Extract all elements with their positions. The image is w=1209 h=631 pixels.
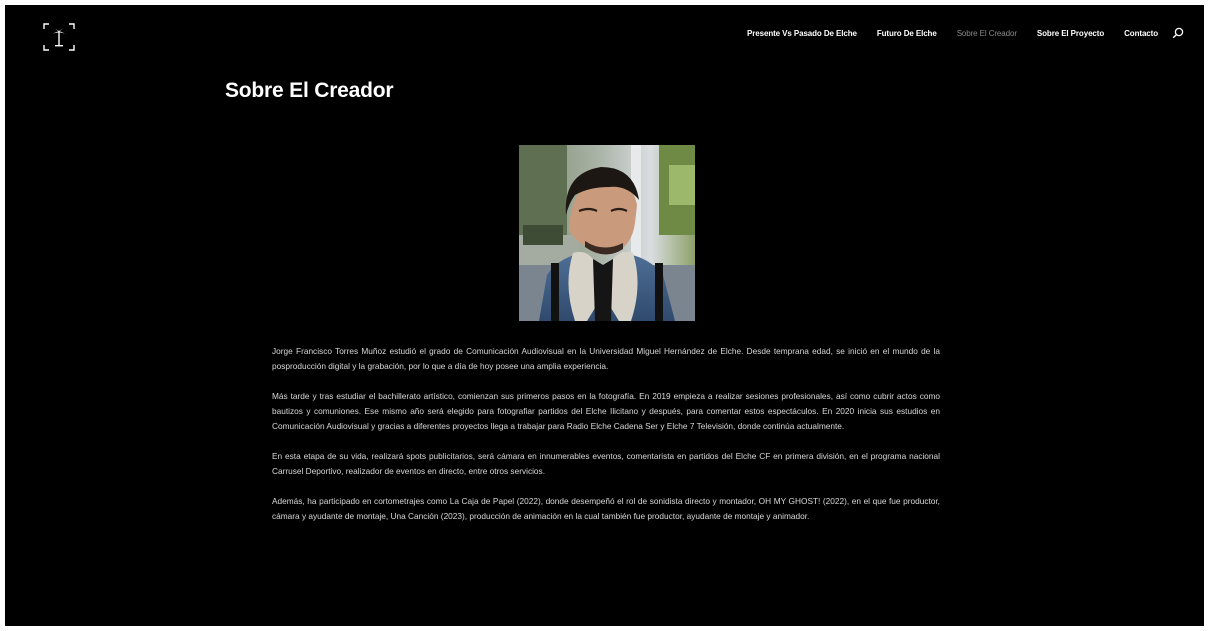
camera-frame-palm-logo-icon <box>43 23 75 51</box>
bio-paragraph: Además, ha participado en cortometrajes … <box>272 496 940 521</box>
bio-paragraph: En esta etapa de su vida, realizará spot… <box>272 451 940 476</box>
creator-portrait-photo-icon <box>519 145 695 321</box>
nav-item-futuro[interactable]: Futuro De Elche <box>877 29 937 38</box>
creator-bio: Jorge Francisco Torres Muñoz estudió el … <box>272 344 940 539</box>
nav-item-presente-vs-pasado[interactable]: Presente Vs Pasado De Elche <box>747 29 857 38</box>
bio-paragraph: Jorge Francisco Torres Muñoz estudió el … <box>272 346 940 371</box>
bio-paragraph: Más tarde y tras estudiar el bachillerat… <box>272 391 940 431</box>
nav-item-sobre-el-creador[interactable]: Sobre El Creador <box>957 29 1017 38</box>
search-button[interactable] <box>1172 27 1184 39</box>
nav-item-contacto[interactable]: Contacto <box>1124 29 1158 38</box>
page-frame: Presente Vs Pasado De Elche Futuro De El… <box>5 5 1204 626</box>
site-logo[interactable] <box>42 22 76 52</box>
main-nav: Presente Vs Pasado De Elche Futuro De El… <box>727 27 1184 39</box>
page-title: Sobre El Creador <box>225 79 394 102</box>
nav-item-sobre-el-proyecto[interactable]: Sobre El Proyecto <box>1037 29 1104 38</box>
search-icon <box>1172 27 1184 39</box>
creator-portrait <box>519 145 695 321</box>
